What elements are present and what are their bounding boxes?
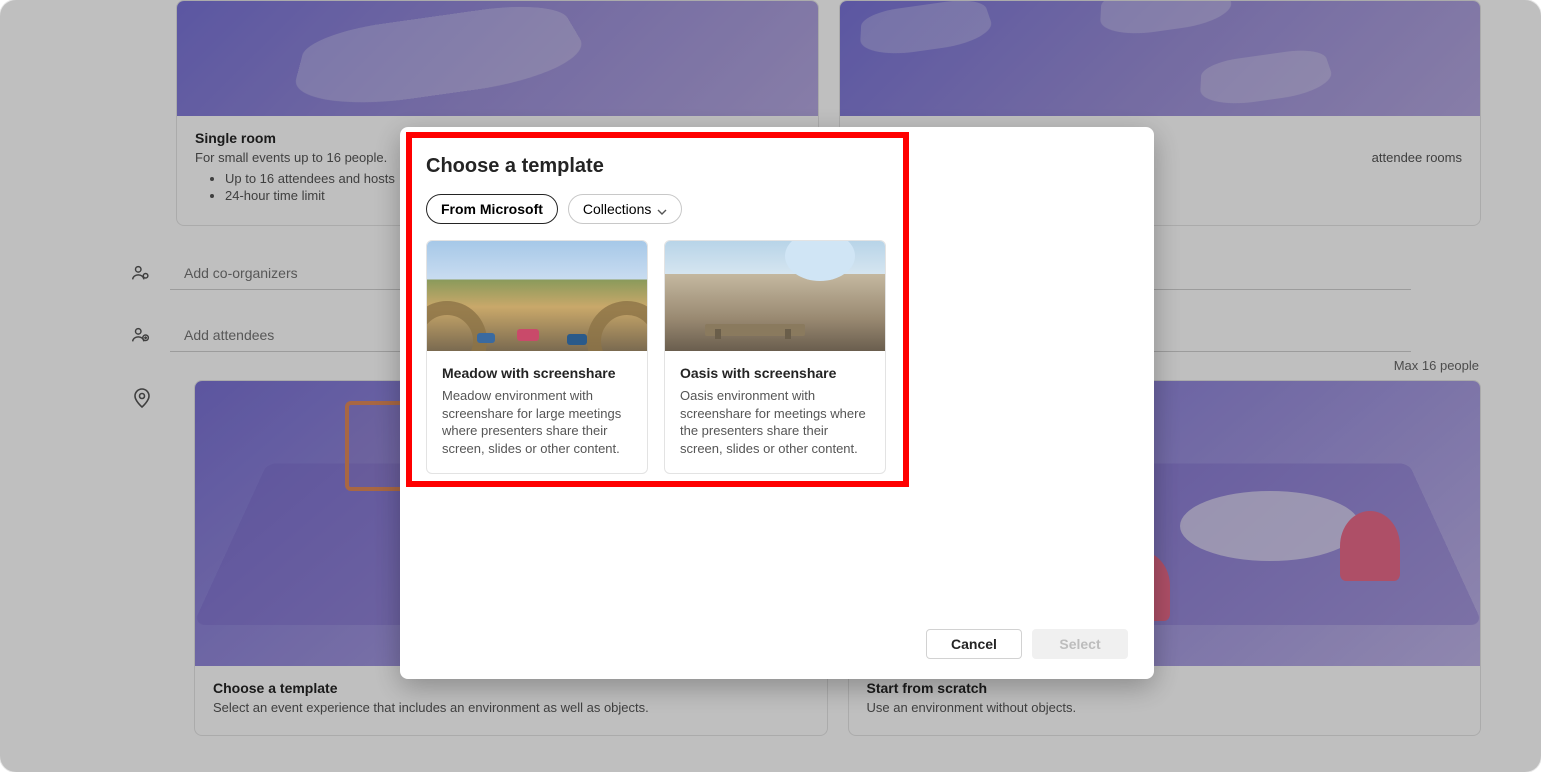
chevron-down-icon xyxy=(657,204,667,214)
cancel-button[interactable]: Cancel xyxy=(926,629,1022,659)
tab-from-microsoft[interactable]: From Microsoft xyxy=(426,194,558,224)
dialog-title: Choose a template xyxy=(426,155,1128,178)
template-desc: Oasis environment with screenshare for m… xyxy=(680,387,870,457)
choose-template-dialog: Choose a template From Microsoft Collect… xyxy=(400,127,1154,679)
template-card-meadow[interactable]: Meadow with screenshare Meadow environme… xyxy=(426,240,648,474)
dialog-tabs: From Microsoft Collections xyxy=(426,194,1128,224)
template-card-oasis[interactable]: Oasis with screenshare Oasis environment… xyxy=(664,240,886,474)
template-desc: Meadow environment with screenshare for … xyxy=(442,387,632,457)
tab-label: Collections xyxy=(583,201,651,217)
template-grid: Meadow with screenshare Meadow environme… xyxy=(426,240,1128,474)
template-title: Meadow with screenshare xyxy=(442,365,632,381)
template-thumbnail xyxy=(427,241,647,351)
template-thumbnail xyxy=(665,241,885,351)
tab-collections[interactable]: Collections xyxy=(568,194,682,224)
tab-label: From Microsoft xyxy=(441,201,543,217)
select-button[interactable]: Select xyxy=(1032,629,1128,659)
template-title: Oasis with screenshare xyxy=(680,365,870,381)
